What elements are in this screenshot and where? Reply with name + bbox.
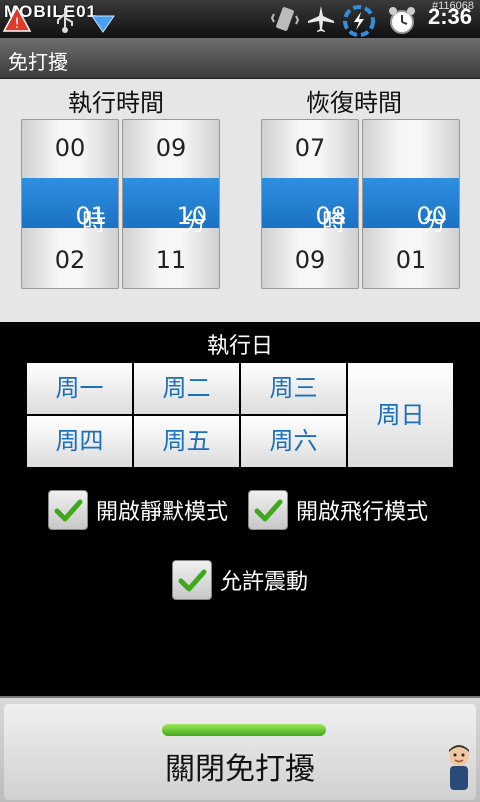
bottom-action-bar: 關閉免打擾 xyxy=(0,696,480,802)
exec-hour-next[interactable]: 02 xyxy=(22,246,118,274)
exec-minute-selected[interactable]: 10 分 xyxy=(123,178,219,236)
airplane-mode-label: 開啟飛行模式 xyxy=(296,500,429,525)
time-picker-panel: 執行時間 恢復時間 00 01 時 02 09 10 分 11 07 08 時 … xyxy=(0,79,480,322)
status-clock: 2:36 xyxy=(427,4,472,29)
airplane-mode-checkbox[interactable] xyxy=(248,490,288,530)
exec-minute-next[interactable]: 11 xyxy=(123,246,219,274)
alarm-icon xyxy=(386,4,416,34)
day-selector-grid: 周一 周二 周三 周日 周四 周五 周六 xyxy=(26,362,454,468)
check-icon xyxy=(254,499,283,522)
airplane-mode-option[interactable]: 開啟飛行模式 xyxy=(248,490,428,530)
silent-mode-option[interactable]: 開啟靜默模式 xyxy=(48,490,228,530)
restore-minute-unit: 分 xyxy=(423,208,447,236)
status-indicator-bar xyxy=(162,724,326,736)
exec-minute-prev[interactable]: 09 xyxy=(123,134,219,162)
day-thu-button[interactable]: 周四 xyxy=(27,416,132,467)
allow-vibrate-checkbox[interactable] xyxy=(172,560,212,600)
restore-minute-picker[interactable]: 00 分 01 xyxy=(362,119,460,289)
title-bar: 免打擾 xyxy=(0,38,480,79)
day-tue-button[interactable]: 周二 xyxy=(134,363,239,414)
check-icon xyxy=(54,499,83,522)
vibrate-icon xyxy=(270,4,300,34)
usb-icon xyxy=(50,4,80,34)
restore-hour-selected[interactable]: 08 時 xyxy=(262,178,358,236)
exec-hour-picker[interactable]: 00 01 時 02 xyxy=(21,119,119,289)
exec-minute-picker[interactable]: 09 10 分 11 xyxy=(122,119,220,289)
exec-hour-prev[interactable]: 00 xyxy=(22,134,118,162)
svg-text:!: ! xyxy=(14,16,20,32)
day-sun-button[interactable]: 周日 xyxy=(348,363,453,467)
sync-icon xyxy=(342,4,375,37)
disable-dnd-label: 關閉免打擾 xyxy=(165,752,315,787)
exec-time-label: 執行時間 xyxy=(68,89,164,117)
restore-time-label: 恢復時間 xyxy=(306,89,402,117)
allow-vibrate-label: 允許震動 xyxy=(220,570,309,595)
check-icon xyxy=(178,569,207,592)
restore-hour-picker[interactable]: 07 08 時 09 xyxy=(261,119,359,289)
exec-hour-selected[interactable]: 01 時 xyxy=(22,178,118,236)
warning-icon: ! xyxy=(2,4,32,34)
restore-hour-prev[interactable]: 07 xyxy=(262,134,358,162)
allow-vibrate-option[interactable]: 允許震動 xyxy=(172,560,308,600)
restore-minute-selected[interactable]: 00 分 xyxy=(363,178,459,236)
restore-minute-next[interactable]: 01 xyxy=(363,246,459,274)
day-wed-button[interactable]: 周三 xyxy=(241,363,346,414)
day-fri-button[interactable]: 周五 xyxy=(134,416,239,467)
avatar-icon xyxy=(449,745,469,790)
day-sat-button[interactable]: 周六 xyxy=(241,416,346,467)
status-bar: MOBILE01 ! #116068 2:36 xyxy=(0,0,480,38)
silent-mode-label: 開啟靜默模式 xyxy=(96,500,229,525)
exec-hour-unit: 時 xyxy=(82,208,106,236)
exec-days-label: 執行日 xyxy=(206,334,273,359)
restore-hour-unit: 時 xyxy=(322,208,346,236)
day-mon-button[interactable]: 周一 xyxy=(27,363,132,414)
app-title: 免打擾 xyxy=(8,50,68,74)
restore-hour-next[interactable]: 09 xyxy=(262,246,358,274)
airplane-icon xyxy=(306,4,336,34)
silent-mode-checkbox[interactable] xyxy=(48,490,88,530)
disable-dnd-button[interactable]: 關閉免打擾 xyxy=(4,704,476,800)
download-icon xyxy=(88,4,118,34)
exec-minute-unit: 分 xyxy=(183,208,207,236)
